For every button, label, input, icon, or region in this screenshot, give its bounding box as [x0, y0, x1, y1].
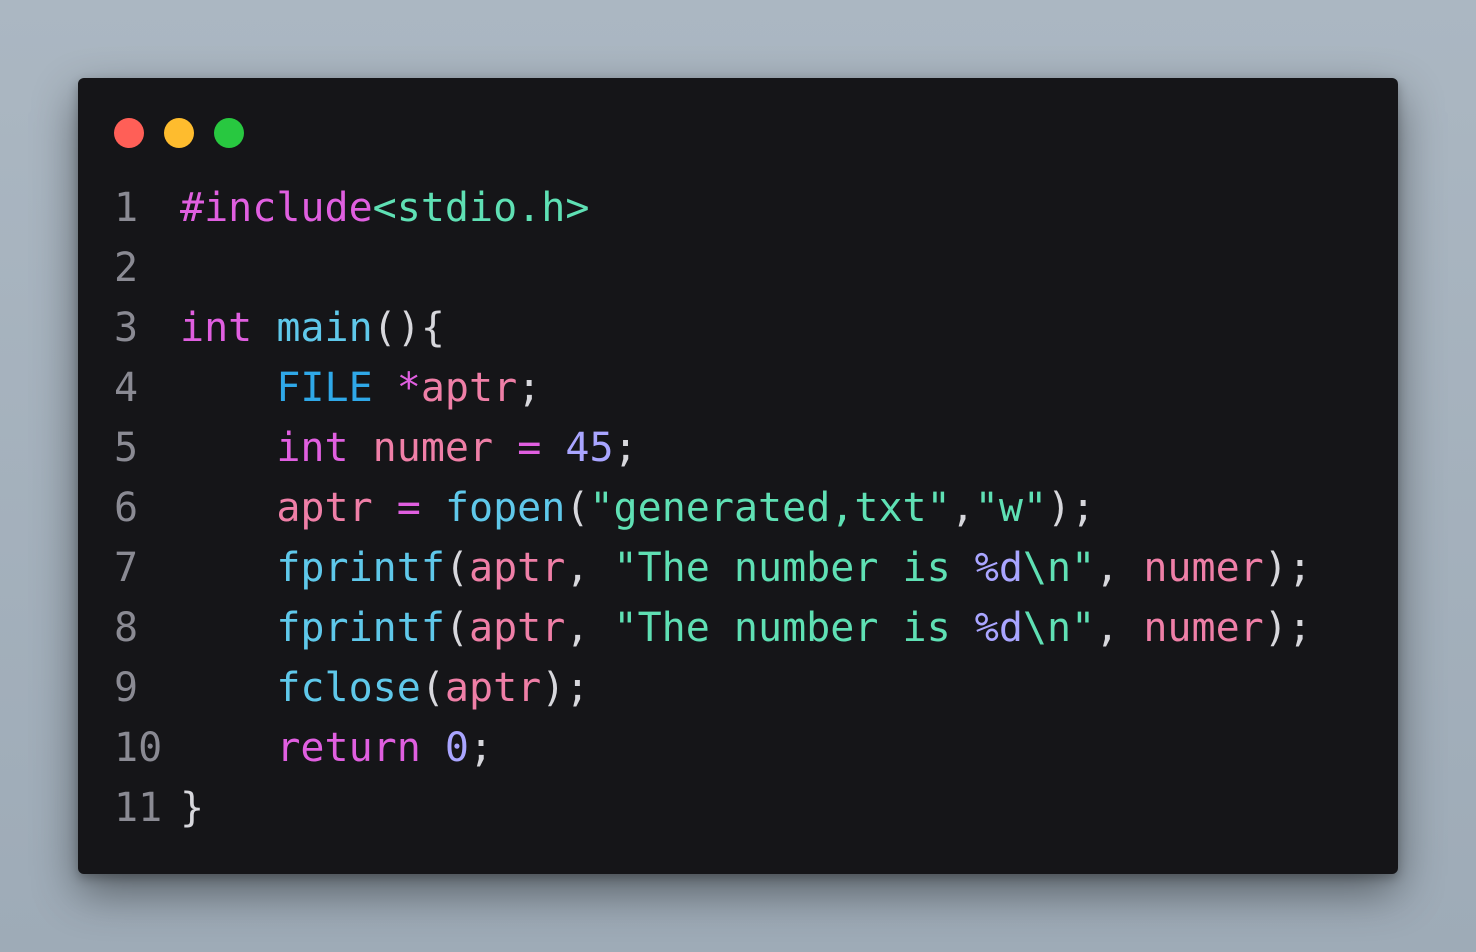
code-token: 45: [565, 425, 614, 471]
code-token: );: [1263, 545, 1312, 591]
code-line: 1 #include<stdio.h>: [78, 178, 1398, 238]
code-token: "w": [974, 485, 1048, 531]
code-text: aptr = fopen("generated,txt","w");: [180, 478, 1095, 538]
code-token: ;: [469, 725, 494, 771]
code-token: fclose: [276, 665, 421, 711]
code-text: #include<stdio.h>: [180, 178, 589, 238]
code-line: 4 FILE *aptr;: [78, 358, 1398, 418]
code-token: =: [517, 425, 542, 471]
code-token: %d: [974, 545, 1023, 591]
code-token: ,: [950, 485, 975, 531]
code-token: );: [1263, 605, 1312, 651]
code-token: ;: [517, 365, 542, 411]
code-token: =: [396, 485, 421, 531]
code-token: main: [276, 305, 373, 351]
code-token: );: [1047, 485, 1096, 531]
line-number: 2: [114, 245, 139, 291]
code-token: ,: [565, 545, 614, 591]
code-token: %d: [974, 605, 1023, 651]
maximize-dot-icon[interactable]: [214, 118, 244, 148]
code-text: fprintf(aptr, "The number is %d\n", nume…: [180, 598, 1312, 658]
code-line: 10 return 0;: [78, 718, 1398, 778]
code-text: fprintf(aptr, "The number is %d\n", nume…: [180, 538, 1312, 598]
code-token: "generated,txt": [589, 485, 951, 531]
code-token: numer: [1143, 545, 1264, 591]
code-line: 11}: [78, 778, 1398, 838]
minimize-dot-icon[interactable]: [164, 118, 194, 148]
code-token: }: [180, 785, 205, 831]
code-line: 5 int numer = 45;: [78, 418, 1398, 478]
code-block: 1 #include<stdio.h> 2 3 int main(){4 FILE *a…: [78, 178, 1398, 838]
code-line: 2: [78, 238, 1398, 298]
code-token: ": [1071, 605, 1096, 651]
code-token: \n: [1022, 545, 1072, 591]
code-token: (: [420, 665, 445, 711]
code-text: }: [180, 778, 204, 838]
code-token: ;: [613, 425, 638, 471]
code-token: <stdio.h>: [372, 185, 590, 231]
code-token: ": [1071, 545, 1096, 591]
code-line: 9 fclose(aptr);: [78, 658, 1398, 718]
code-token: (: [444, 545, 469, 591]
code-token: fprintf: [276, 545, 445, 591]
code-text: int numer = 45;: [180, 418, 638, 478]
code-token: (: [444, 605, 469, 651]
code-token: *: [396, 365, 421, 411]
code-token: aptr: [444, 665, 542, 711]
code-token: fopen: [444, 485, 566, 531]
code-token: (: [565, 485, 590, 531]
close-dot-icon[interactable]: [114, 118, 144, 148]
code-token: (){: [372, 305, 445, 351]
code-token: #include: [180, 185, 373, 231]
code-line: 3 int main(){: [78, 298, 1398, 358]
code-token: ,: [1095, 545, 1144, 591]
code-text: return 0;: [180, 718, 493, 778]
code-window: 1 #include<stdio.h> 2 3 int main(){4 FILE *a…: [78, 78, 1398, 874]
code-line: 8 fprintf(aptr, "The number is %d\n", nu…: [78, 598, 1398, 658]
code-line: 6 aptr = fopen("generated,txt","w");: [78, 478, 1398, 538]
code-token: numer: [372, 425, 494, 471]
code-token: fprintf: [276, 605, 445, 651]
code-text: FILE *aptr;: [180, 358, 541, 418]
code-token: "The number is: [613, 545, 975, 591]
code-token: return: [276, 725, 421, 771]
code-line: 7 fprintf(aptr, "The number is %d\n", nu…: [78, 538, 1398, 598]
code-token: \n: [1022, 605, 1072, 651]
code-text: int main(){: [180, 298, 445, 358]
code-token: aptr: [276, 485, 373, 531]
code-token: int: [276, 425, 349, 471]
code-token: numer: [1143, 605, 1264, 651]
code-token: );: [541, 665, 590, 711]
code-text: fclose(aptr);: [180, 658, 589, 718]
code-token: FILE: [276, 365, 373, 411]
code-token: ,: [1095, 605, 1144, 651]
code-token: ,: [565, 605, 614, 651]
code-token: aptr: [469, 545, 566, 591]
code-token: int: [180, 305, 253, 351]
code-token: 0: [444, 725, 470, 771]
code-token: aptr: [469, 605, 566, 651]
code-token: aptr: [420, 365, 518, 411]
code-token: "The number is: [613, 605, 975, 651]
